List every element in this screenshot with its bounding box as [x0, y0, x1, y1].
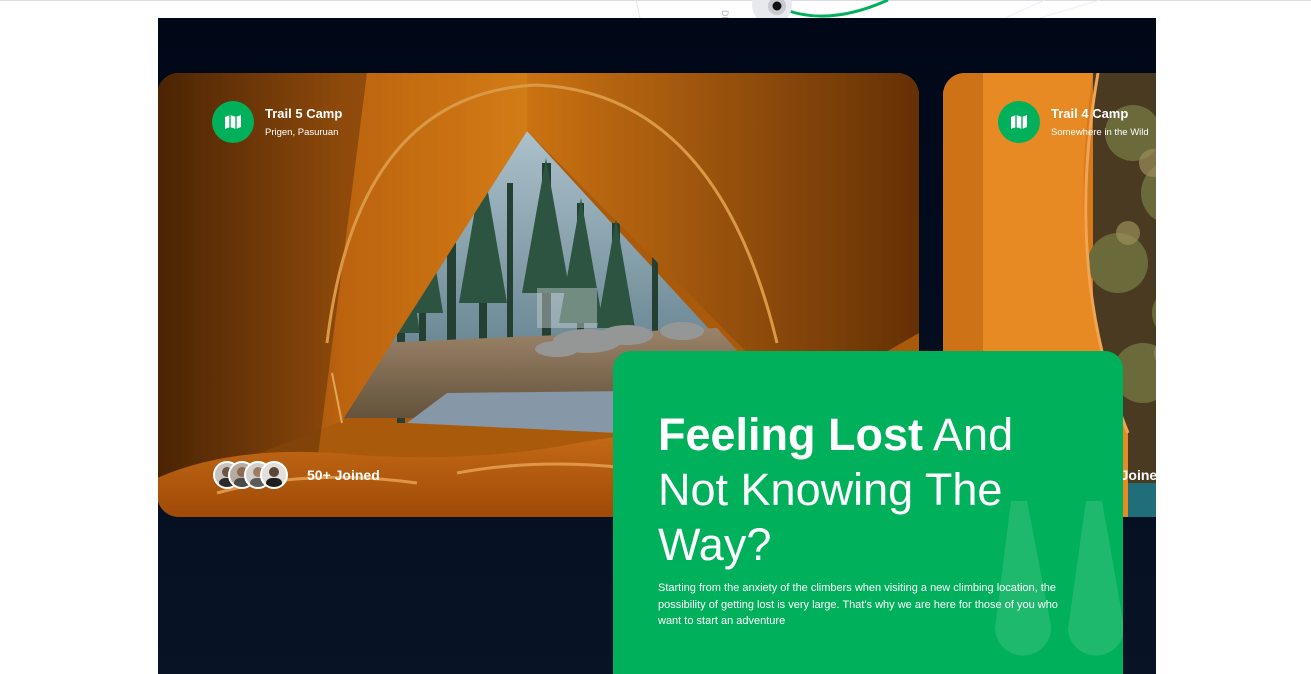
joined-count: 50+ Joined	[307, 467, 380, 483]
card-title: Trail 5 Camp	[265, 106, 343, 121]
feature-description: Starting from the anxiety of the climber…	[658, 582, 1058, 628]
card-location: Prigen, Pasuruan	[265, 127, 339, 138]
svg-text:DI: DI	[720, 10, 730, 18]
avatar	[260, 461, 288, 489]
trail-camps-section: Trail 5 Camp Prigen, Pasuruan 50+ Joined	[158, 18, 1156, 674]
map-icon	[1011, 115, 1027, 129]
headline-strong: Feeling Lost	[658, 409, 924, 460]
route-map-decoration: DI	[635, 0, 1101, 18]
card-location: Somewhere in the Wild	[1051, 127, 1149, 138]
joined-avatars	[213, 461, 293, 491]
feature-panel: Feeling Lost And Not Knowing The Way? St…	[613, 351, 1123, 674]
map-icon	[225, 115, 241, 129]
feature-headline: Feeling Lost And Not Knowing The Way?	[658, 407, 1078, 572]
location-pin-badge[interactable]	[998, 101, 1040, 143]
location-pin-badge[interactable]	[212, 101, 254, 143]
card-title: Trail 4 Camp	[1051, 106, 1129, 121]
top-decoration: DI	[0, 0, 1311, 18]
